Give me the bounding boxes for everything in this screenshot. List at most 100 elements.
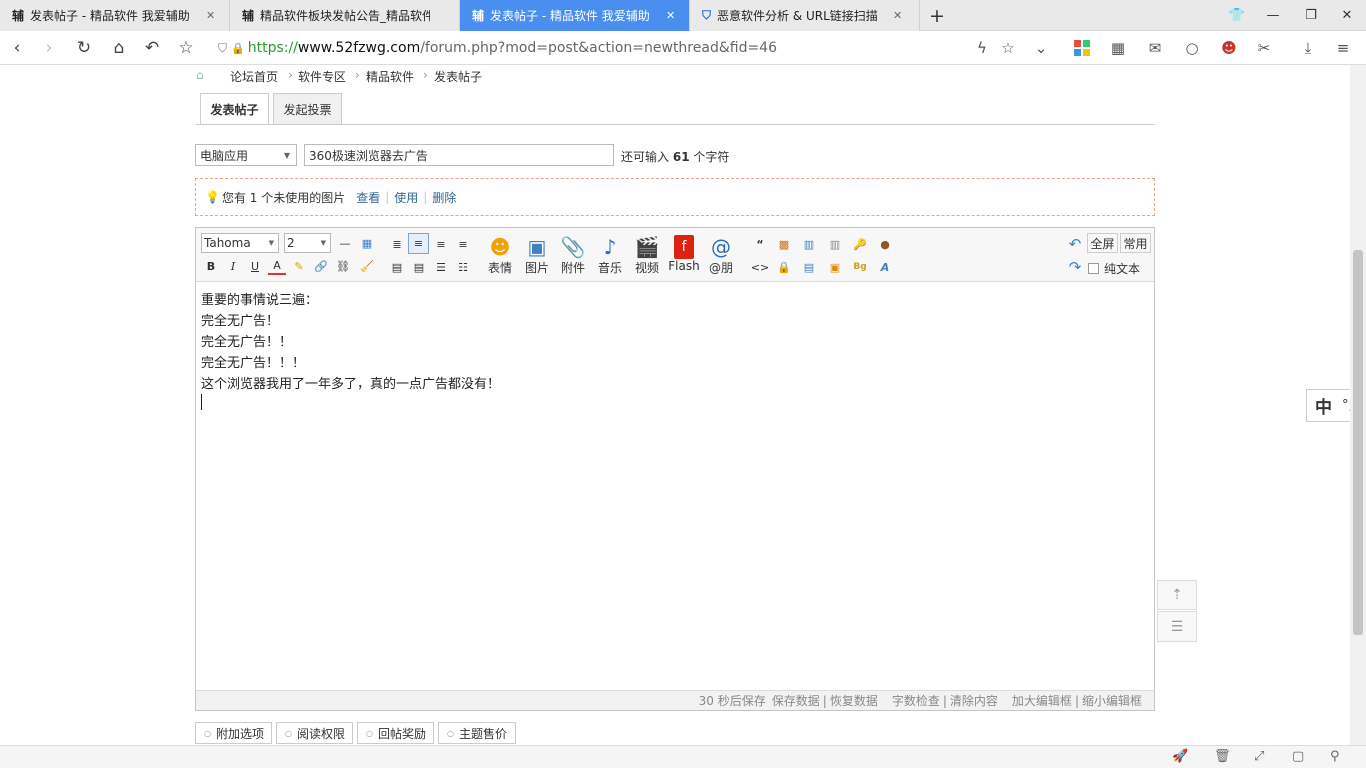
- browser-tab-4[interactable]: ⛉ 恶意软件分析 & URL链接扫描 ✕: [690, 0, 920, 31]
- editor-body[interactable]: 重要的事情说三遍： 完全无广告！ 完全无广告！！ 完全无广告！！！ 这个浏览器我…: [196, 282, 1154, 690]
- restore-icon[interactable]: ❐: [1292, 0, 1330, 31]
- scrollbar-thumb[interactable]: [1353, 250, 1363, 635]
- menu-icon[interactable]: ≡: [1333, 38, 1353, 58]
- bookmark-star-icon[interactable]: ☆: [175, 37, 197, 59]
- view-link[interactable]: 查看: [356, 189, 380, 206]
- italic-icon[interactable]: I: [224, 257, 242, 275]
- paging-icon[interactable]: ▤: [799, 257, 819, 277]
- background-color-icon[interactable]: ✎: [290, 257, 308, 275]
- download-icon[interactable]: ⤓: [1298, 38, 1318, 58]
- scissors-icon[interactable]: ✂: [1254, 38, 1274, 58]
- quote-icon[interactable]: “: [750, 234, 770, 254]
- restore-data-link[interactable]: 恢复数据: [830, 692, 878, 709]
- media-icon[interactable]: ▣: [825, 257, 845, 277]
- redo-icon[interactable]: ↷: [1065, 257, 1085, 277]
- browser-tab-2[interactable]: 辅 精品软件板块发帖公告_精品软件: [230, 0, 460, 31]
- circle-icon[interactable]: ○: [1182, 38, 1202, 58]
- list-view-button[interactable]: ☰: [1157, 611, 1197, 642]
- horizontal-rule-icon[interactable]: —: [336, 234, 354, 252]
- music-button[interactable]: ♪ 音乐: [593, 235, 627, 276]
- close-icon[interactable]: ✕: [893, 9, 902, 22]
- align-right-icon[interactable]: ≡: [453, 234, 473, 254]
- home-icon[interactable]: ⌂: [196, 68, 204, 82]
- font-color-icon[interactable]: A: [268, 257, 286, 275]
- common-button[interactable]: 常用: [1120, 233, 1151, 253]
- enlarge-editor-link[interactable]: 加大编辑框: [1012, 692, 1072, 709]
- breadcrumb-section[interactable]: 软件专区: [298, 68, 346, 85]
- free-icon[interactable]: ▩: [774, 234, 794, 254]
- browser-tab-3[interactable]: 辅 发表帖子 - 精品软件 我爱辅助 ✕: [460, 0, 690, 31]
- clear-format-icon[interactable]: 🧹: [358, 257, 376, 275]
- forward-icon[interactable]: ›: [38, 37, 60, 59]
- use-link[interactable]: 使用: [394, 189, 418, 206]
- page-scrollbar[interactable]: [1350, 65, 1366, 745]
- fullscreen-icon[interactable]: ⤢: [1254, 749, 1264, 764]
- plain-text-toggle[interactable]: 纯文本: [1088, 260, 1140, 277]
- search-icon[interactable]: ⚲: [1330, 749, 1340, 764]
- extension-icon[interactable]: ▦: [1108, 38, 1128, 58]
- link-icon[interactable]: 🔗: [312, 257, 330, 275]
- align-left-icon[interactable]: ≡: [408, 233, 429, 254]
- tab-new-poll[interactable]: 发起投票: [273, 93, 342, 124]
- column-icon[interactable]: ▥: [825, 234, 845, 254]
- plain-text-checkbox[interactable]: [1088, 263, 1099, 274]
- trash-icon[interactable]: 🗑: [1214, 749, 1231, 764]
- tab-read-permission[interactable]: ○ 阅读权限: [276, 722, 353, 744]
- tab-new-post[interactable]: 发表帖子: [200, 93, 269, 125]
- video-button[interactable]: 🎬 视频: [630, 235, 664, 276]
- close-icon[interactable]: ✕: [206, 9, 215, 22]
- ordered-list-icon[interactable]: ☰: [431, 257, 451, 277]
- globe-icon[interactable]: ●: [875, 234, 895, 254]
- page-break-icon[interactable]: ▥: [799, 234, 819, 254]
- image-button[interactable]: ▣ 图片: [520, 235, 554, 276]
- code-icon[interactable]: <>: [750, 257, 770, 277]
- delete-link[interactable]: 删除: [432, 189, 456, 206]
- float-right-icon[interactable]: ▤: [409, 257, 429, 277]
- save-data-link[interactable]: 保存数据: [772, 692, 820, 709]
- float-left-icon[interactable]: ▤: [387, 257, 407, 277]
- flash-icon[interactable]: ϟ: [972, 38, 992, 58]
- underline-icon[interactable]: U: [246, 257, 264, 275]
- favorite-star-icon[interactable]: ☆: [998, 38, 1018, 58]
- ime-language[interactable]: 中: [1315, 393, 1332, 418]
- emoji-button[interactable]: ☻ 表情: [483, 235, 517, 276]
- shirt-icon[interactable]: 👕: [1218, 0, 1256, 31]
- unlink-icon[interactable]: ⛓: [334, 257, 352, 275]
- subject-input[interactable]: 360极速浏览器去广告: [304, 144, 614, 166]
- attachment-button[interactable]: 📎 附件: [556, 235, 590, 276]
- address-input[interactable]: ⛉ 🔒 https:// www.52fzwg.com /forum.php?m…: [218, 35, 1058, 61]
- window-icon[interactable]: ▢: [1292, 749, 1304, 764]
- back-icon[interactable]: ‹: [6, 37, 28, 59]
- undo-icon[interactable]: ↶: [1065, 234, 1085, 254]
- font-size-select[interactable]: 2 ▼: [284, 233, 331, 253]
- shrink-editor-link[interactable]: 缩小编辑框: [1082, 692, 1142, 709]
- category-select[interactable]: 电脑应用 ▼: [195, 144, 297, 166]
- tab-thread-price[interactable]: ○ 主题售价: [438, 722, 516, 744]
- mail-icon[interactable]: ✉: [1145, 38, 1165, 58]
- minimize-icon[interactable]: —: [1254, 0, 1292, 31]
- password-key-icon[interactable]: 🔑: [850, 234, 870, 254]
- table-icon[interactable]: ▦: [358, 234, 376, 252]
- new-tab-plus-icon[interactable]: +: [918, 0, 956, 31]
- close-window-icon[interactable]: ✕: [1328, 0, 1366, 31]
- background-bg-icon[interactable]: Bg: [850, 257, 870, 277]
- clear-content-link[interactable]: 清除内容: [950, 692, 998, 709]
- fullscreen-button[interactable]: 全屏: [1087, 233, 1118, 253]
- font-family-select[interactable]: Tahoma ▼: [201, 233, 279, 253]
- back-to-top-button[interactable]: ⇡: [1157, 580, 1197, 610]
- unordered-list-icon[interactable]: ☷: [453, 257, 473, 277]
- breadcrumb-forum[interactable]: 精品软件: [366, 68, 414, 85]
- browser-tab-1[interactable]: 辅 发表帖子 - 精品软件 我爱辅助 ✕: [0, 0, 230, 31]
- avatar-icon[interactable]: ☻: [1219, 38, 1239, 58]
- word-count-link[interactable]: 字数检查: [892, 692, 940, 709]
- flash-button[interactable]: f Flash: [667, 235, 701, 273]
- home-icon[interactable]: ⌂: [108, 37, 130, 59]
- tab-extra-options[interactable]: ○ 附加选项: [195, 722, 272, 744]
- align-center-icon[interactable]: ≡: [431, 234, 451, 254]
- apps-grid-icon[interactable]: [1072, 38, 1092, 58]
- bold-icon[interactable]: B: [202, 257, 220, 275]
- rocket-icon[interactable]: 🚀: [1172, 749, 1188, 764]
- breadcrumb-home[interactable]: 论坛首页: [230, 68, 278, 85]
- undo-close-icon[interactable]: ↶: [141, 37, 163, 59]
- chevron-down-icon[interactable]: ⌄: [1031, 38, 1051, 58]
